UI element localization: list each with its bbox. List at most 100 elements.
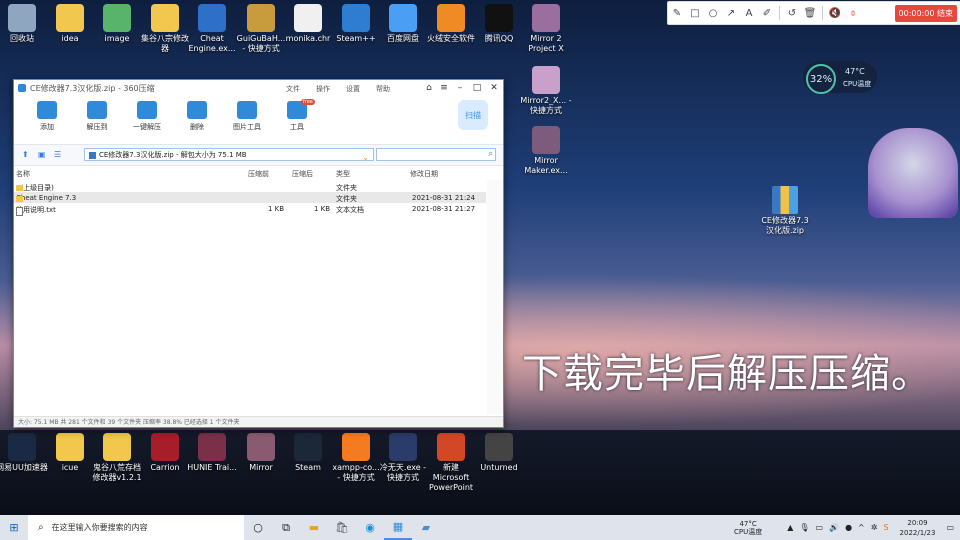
desktop-icon-top_row-11[interactable]: Mirror 2 Project X xyxy=(520,4,572,54)
taskbar-search[interactable]: ⌕ 在这里输入你要搜索的内容 xyxy=(28,515,244,540)
desktop-icon-bottom_row-1[interactable]: icue xyxy=(44,433,96,473)
desktop-icon-top_row-10[interactable]: 腾讯QQ xyxy=(473,4,525,44)
mute-speaker-icon[interactable]: 🔇 xyxy=(826,4,844,22)
close-button[interactable]: ✕ xyxy=(488,82,500,94)
up-icon[interactable]: ⬆ xyxy=(22,150,29,159)
desktop-icon-label: 百度网盘 xyxy=(387,34,419,43)
marker-icon[interactable]: A xyxy=(740,4,758,22)
desktop-icon-top_row-8[interactable]: 百度网盘 xyxy=(377,4,429,44)
app-tray-icon[interactable]: ▲ xyxy=(787,523,793,532)
network-icon[interactable]: ▭ xyxy=(816,523,824,532)
desktop-icon-label: Mirror 2 Project X xyxy=(528,34,564,53)
desktop-icon-bottom_row-10[interactable]: Unturned xyxy=(473,433,525,473)
desktop-icon-top_row-6[interactable]: monika.chr xyxy=(282,4,334,44)
desktop-icon-top_row-1[interactable]: idea xyxy=(44,4,96,44)
extract-to-button[interactable]: 解压到 xyxy=(77,101,117,132)
file-row[interactable]: ..(上级目录) 文件夹 xyxy=(14,181,486,192)
file-explorer-icon[interactable]: ▬ xyxy=(300,515,328,540)
highlighter-icon[interactable]: ✐ xyxy=(758,4,776,22)
360zip-icon[interactable]: ▦ xyxy=(384,515,412,540)
desktop-icon-bottom_row-3[interactable]: Carrion xyxy=(139,433,191,473)
window-menu-icon[interactable]: ≡ xyxy=(438,82,450,94)
rect-icon[interactable]: □ xyxy=(686,4,704,22)
desktop-icon-label: icue xyxy=(61,463,79,472)
desktop-icon-label: Cheat Engine.ex... xyxy=(188,34,236,53)
col-after[interactable]: 压缩后 xyxy=(292,169,313,179)
desktop-icon-bottom_row-0[interactable]: 网易UU加速器 xyxy=(0,433,48,473)
menu-file[interactable]: 文件 xyxy=(286,84,300,94)
desktop-icon-right_col-0[interactable]: Mirror2_X... - 快捷方式 xyxy=(520,66,572,116)
minimize-button[interactable]: – xyxy=(454,82,466,94)
file-row[interactable]: 使用说明.txt 1 KB 1 KB 文本文档 2021-08-31 21:27 xyxy=(14,203,486,216)
desktop-icon-bottom_row-8[interactable]: 冷无天.exe - 快捷方式 xyxy=(377,433,429,483)
path-text: CE修改器7.3汉化版.zip - 解包大小为 75.1 MB xyxy=(99,151,247,159)
desktop-icon-label: Mirror2_X... - 快捷方式 xyxy=(520,96,572,115)
heart-widget[interactable] xyxy=(868,128,958,218)
desktop-zip-file[interactable]: CE修改器7.3汉化版.zip xyxy=(760,186,810,236)
undo-icon[interactable]: ↺ xyxy=(783,4,801,22)
oneclick-extract-button[interactable]: 一键解压 xyxy=(127,101,167,132)
delete-button[interactable]: 删除 xyxy=(177,101,217,132)
chevron-up-icon[interactable]: ^ xyxy=(858,523,865,532)
path-field[interactable]: CE修改器7.3汉化版.zip - 解包大小为 75.1 MB ⌄ xyxy=(84,148,374,164)
file-name: Cheat Engine 7.3 xyxy=(16,194,76,202)
image-tool-button[interactable]: 图片工具 xyxy=(227,101,267,132)
col-type[interactable]: 类型 xyxy=(336,169,350,179)
mic-icon[interactable]: 🎙 xyxy=(799,523,809,532)
desktop-icon-bottom_row-4[interactable]: HUNIE Trai... xyxy=(186,433,238,473)
desktop-icon-bottom_row-9[interactable]: 新建 Microsoft PowerPoint 演示文稿.pptx xyxy=(425,433,477,493)
col-name[interactable]: 名称 xyxy=(16,169,30,179)
edge-icon[interactable]: ◉ xyxy=(356,515,384,540)
notebook-icon[interactable]: ▰ xyxy=(412,515,440,540)
desktop-icon-top_row-9[interactable]: 火绒安全软件 xyxy=(425,4,477,44)
desktop-icon-top_row-3[interactable]: 集谷八宗修改器 xyxy=(139,4,191,54)
volume-icon[interactable]: 🔊 xyxy=(829,523,839,532)
tray-cpu-temp[interactable]: 47°C CPU温度 xyxy=(734,520,762,536)
menu-action[interactable]: 操作 xyxy=(316,84,330,94)
col-before[interactable]: 压缩前 xyxy=(248,169,269,179)
file-row[interactable]: Cheat Engine 7.3 文件夹 2021-08-31 21:24 xyxy=(14,192,486,203)
delete-icon[interactable]: 🗑 xyxy=(801,4,819,22)
tools-button[interactable]: 工具 free xyxy=(277,99,317,132)
desktop-icon-top_row-5[interactable]: GuiGuBaH... - 快捷方式 xyxy=(235,4,287,54)
start-button[interactable]: ⊞ xyxy=(0,515,28,540)
search-icon[interactable]: ⌕ xyxy=(489,149,493,159)
desktop-icon-bottom_row-6[interactable]: Steam xyxy=(282,433,334,473)
cortana-icon[interactable]: ○ xyxy=(244,515,272,540)
desktop-icon-bottom_row-5[interactable]: Mirror xyxy=(235,433,287,473)
search-input[interactable]: ⌕ xyxy=(376,148,496,161)
stop-recording-button[interactable]: 00:00:00 结束 xyxy=(894,4,957,22)
desktop-icon-top_row-4[interactable]: Cheat Engine.ex... xyxy=(186,4,238,54)
store-icon[interactable]: 🛍 xyxy=(328,515,356,540)
vertical-scrollbar[interactable] xyxy=(487,180,503,414)
skin-icon[interactable]: ⌂ xyxy=(423,82,435,94)
ime-icon[interactable]: S xyxy=(883,523,888,532)
view-thumbnail-icon[interactable]: ▣ xyxy=(38,150,46,159)
qq-tray-icon[interactable]: ● xyxy=(845,523,852,532)
desktop-icon-right_col-1[interactable]: Mirror Maker.ex... xyxy=(520,126,572,176)
circle-icon[interactable]: ○ xyxy=(704,4,722,22)
menu-help[interactable]: 帮助 xyxy=(376,84,390,94)
cpu-temp-widget[interactable]: 32% 47°C CPU温度 xyxy=(803,61,877,94)
desktop-icon-label: image xyxy=(104,34,130,43)
col-date[interactable]: 修改日期 xyxy=(410,169,438,179)
window-titlebar[interactable]: CE修改器7.3汉化版.zip - 360压缩 文件 操作 设置 帮助 ⌂ ≡ … xyxy=(14,80,503,97)
menu-settings[interactable]: 设置 xyxy=(346,84,360,94)
clock[interactable]: 20:09 2022/1/23 xyxy=(900,518,936,538)
desktop-icon-top_row-7[interactable]: Steam++ xyxy=(330,4,382,44)
chevron-down-icon[interactable]: ⌄ xyxy=(362,151,369,164)
add-button[interactable]: 添加 xyxy=(27,101,67,132)
brightness-icon[interactable]: ✲ xyxy=(871,523,878,532)
task-view-icon[interactable]: ⧉ xyxy=(272,515,300,540)
view-list-icon[interactable]: ☰ xyxy=(54,150,61,159)
notification-icon[interactable]: ▭ xyxy=(946,523,954,532)
desktop-icon-top_row-2[interactable]: image xyxy=(91,4,143,44)
pen-icon[interactable]: ✎ xyxy=(668,4,686,22)
mute-mic-icon[interactable]: ⌽ xyxy=(844,4,862,22)
scan-button[interactable]: 扫描 xyxy=(458,100,488,130)
arrow-icon[interactable]: ↗ xyxy=(722,4,740,22)
desktop-icon-bottom_row-7[interactable]: xampp-co... - 快捷方式 xyxy=(330,433,382,483)
maximize-button[interactable]: □ xyxy=(471,82,483,94)
desktop-icon-bottom_row-2[interactable]: 鬼谷八荒存档修改器v1.2.1 xyxy=(91,433,143,483)
desktop-icon-top_row-0[interactable]: 回收站 xyxy=(0,4,48,44)
